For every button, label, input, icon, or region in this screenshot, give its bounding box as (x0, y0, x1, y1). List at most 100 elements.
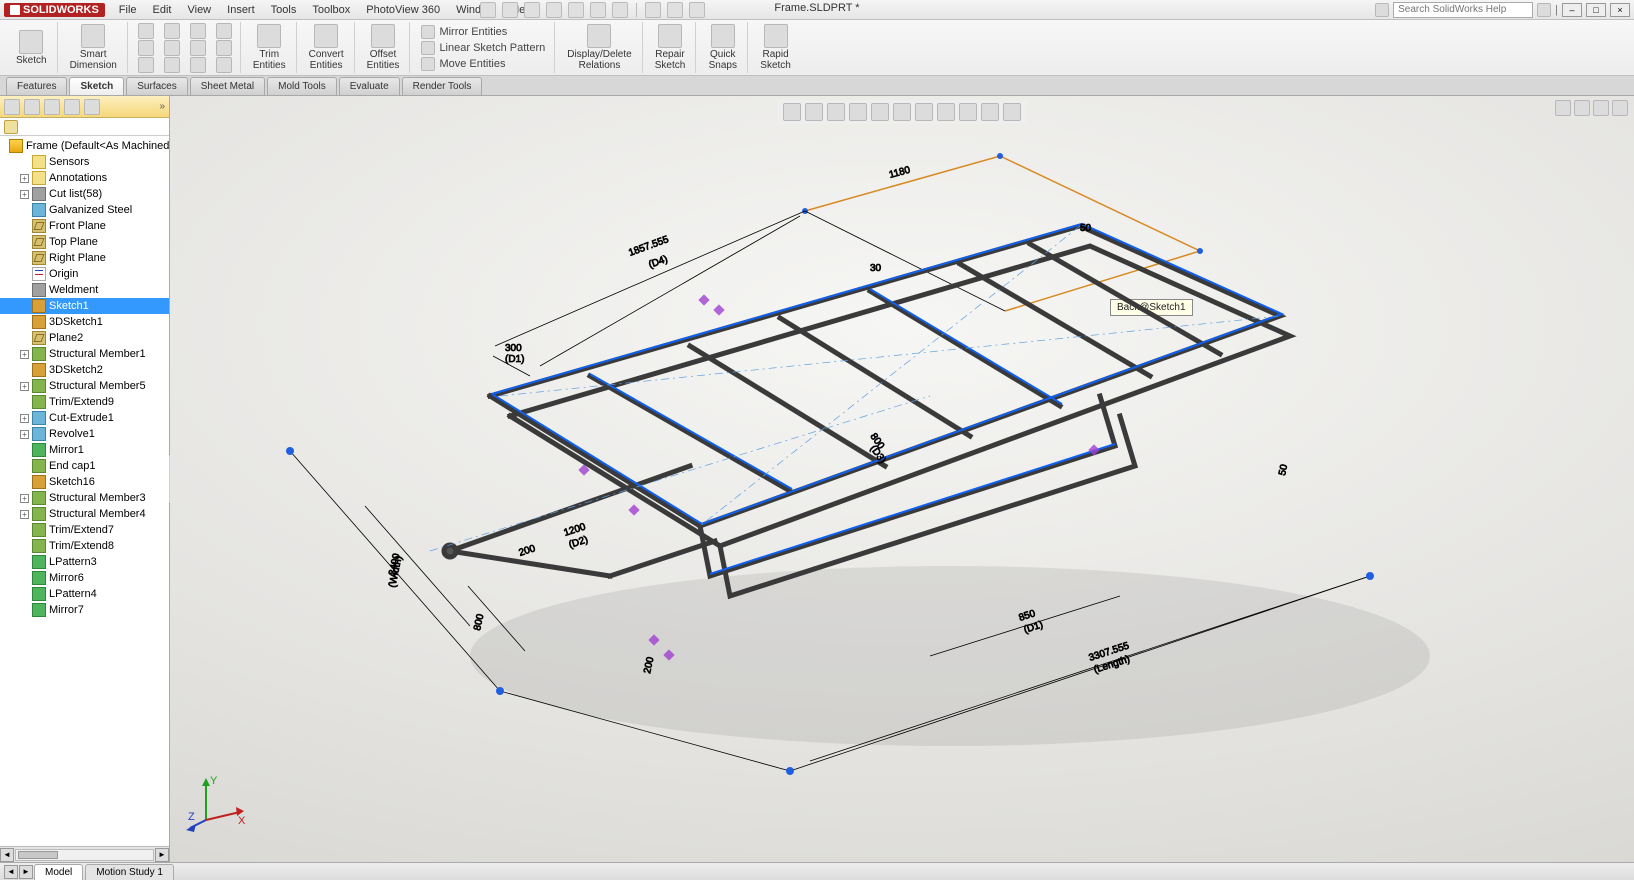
ellipse-tool-icon[interactable] (190, 40, 206, 56)
circle-tool-icon[interactable] (138, 57, 154, 73)
bottom-tab-model[interactable]: Model (34, 864, 83, 880)
open-icon[interactable] (502, 2, 518, 18)
quick-snaps-button[interactable]: Quick Snaps (705, 22, 741, 73)
spline-tool-icon[interactable] (164, 40, 180, 56)
fillet-tool-icon[interactable] (216, 23, 232, 39)
tree-item[interactable]: Mirror6 (0, 570, 169, 586)
bottom-tab-motion-study-1[interactable]: Motion Study 1 (85, 864, 174, 880)
tree-item[interactable]: Trim/Extend9 (0, 394, 169, 410)
fm-config-tab-icon[interactable] (44, 99, 60, 115)
tree-item[interactable]: Trim/Extend7 (0, 522, 169, 538)
tree-item[interactable]: +Revolve1 (0, 426, 169, 442)
fm-property-tab-icon[interactable] (24, 99, 40, 115)
tree-item[interactable]: Weldment (0, 282, 169, 298)
tab-sketch[interactable]: Sketch (69, 77, 124, 95)
tree-item[interactable]: +Annotations (0, 170, 169, 186)
fm-tabs-overflow-icon[interactable]: » (159, 101, 165, 112)
fm-display-tab-icon[interactable] (84, 99, 100, 115)
tab-surfaces[interactable]: Surfaces (126, 77, 187, 95)
tree-item[interactable]: +Structural Member5 (0, 378, 169, 394)
tree-item[interactable]: LPattern3 (0, 554, 169, 570)
fm-dimxpert-tab-icon[interactable] (64, 99, 80, 115)
tree-item[interactable]: +Cut-Extrude1 (0, 410, 169, 426)
rapid-sketch-button[interactable]: Rapid Sketch (756, 22, 795, 73)
new-icon[interactable] (480, 2, 496, 18)
menu-insert[interactable]: Insert (219, 2, 263, 18)
polygon-tool-icon[interactable] (164, 57, 180, 73)
save-icon[interactable] (524, 2, 540, 18)
tree-item[interactable]: +Structural Member1 (0, 346, 169, 362)
print-icon[interactable] (546, 2, 562, 18)
tree-item[interactable]: Front Plane (0, 218, 169, 234)
tree-item[interactable]: +Structural Member3 (0, 490, 169, 506)
repair-sketch-button[interactable]: Repair Sketch (651, 22, 690, 73)
smart-dimension-button[interactable]: Smart Dimension (66, 22, 121, 73)
tree-item[interactable]: Mirror1 (0, 442, 169, 458)
arc-tool-icon[interactable] (164, 23, 180, 39)
sketch-button[interactable]: Sketch (12, 28, 51, 68)
tree-item[interactable]: Sketch16 (0, 474, 169, 490)
feature-filter[interactable] (0, 118, 169, 136)
tab-mold-tools[interactable]: Mold Tools (267, 77, 337, 95)
menu-file[interactable]: File (111, 2, 145, 18)
plane-tool-icon[interactable] (216, 57, 232, 73)
tree-item[interactable]: Sketch1 (0, 298, 169, 314)
text-tool-icon[interactable] (216, 40, 232, 56)
graphics-area[interactable]: Back@Sketch1 (170, 96, 1634, 862)
tree-item[interactable]: Plane2 (0, 330, 169, 346)
line-tool-icon[interactable] (138, 23, 154, 39)
help-icon[interactable] (1537, 3, 1551, 17)
tab-features[interactable]: Features (6, 77, 67, 95)
menu-view[interactable]: View (179, 2, 219, 18)
restore-button[interactable]: □ (1586, 3, 1606, 17)
redo-icon[interactable] (590, 2, 606, 18)
offset-entities-button[interactable]: Offset Entities (363, 22, 404, 73)
tree-item[interactable]: +Structural Member4 (0, 506, 169, 522)
close-button[interactable]: × (1610, 3, 1630, 17)
tree-item[interactable]: Mirror7 (0, 602, 169, 618)
search-input[interactable] (1393, 2, 1533, 18)
tree-item[interactable]: 3DSketch1 (0, 314, 169, 330)
select-icon[interactable] (612, 2, 628, 18)
tree-item[interactable]: LPattern4 (0, 586, 169, 602)
tree-item[interactable]: Sensors (0, 154, 169, 170)
screen-capture-icon[interactable] (689, 2, 705, 18)
menu-photoview-360[interactable]: PhotoView 360 (358, 2, 448, 18)
undo-icon[interactable] (568, 2, 584, 18)
scroll-left-icon[interactable]: ◄ (0, 848, 14, 862)
tree-item[interactable]: Trim/Extend8 (0, 538, 169, 554)
trim-entities-button[interactable]: Trim Entities (249, 22, 290, 73)
menu-tools[interactable]: Tools (263, 2, 305, 18)
tree-item[interactable]: +Cut list(58) (0, 186, 169, 202)
minimize-button[interactable]: – (1562, 3, 1582, 17)
rebuild-icon[interactable] (645, 2, 661, 18)
scroll-thumb[interactable] (18, 851, 58, 859)
convert-entities-button[interactable]: Convert Entities (305, 22, 348, 73)
menu-edit[interactable]: Edit (145, 2, 180, 18)
mirror-entities-button[interactable]: Mirror Entities (418, 24, 510, 40)
tab-render-tools[interactable]: Render Tools (402, 77, 483, 95)
tree-item[interactable]: Top Plane (0, 234, 169, 250)
tree-item[interactable]: 3DSketch2 (0, 362, 169, 378)
scroll-right-icon[interactable]: ► (155, 848, 169, 862)
tab-evaluate[interactable]: Evaluate (339, 77, 400, 95)
linear-pattern-button[interactable]: Linear Sketch Pattern (418, 40, 548, 56)
feature-tree-scrollbar[interactable]: ◄ ► (0, 846, 169, 862)
tree-item[interactable]: Origin (0, 266, 169, 282)
rectangle-tool-icon[interactable] (138, 40, 154, 56)
tab-scroll-left-icon[interactable]: ◄ (4, 865, 18, 879)
point-tool-icon[interactable] (190, 57, 206, 73)
options-icon[interactable] (667, 2, 683, 18)
move-entities-button[interactable]: Move Entities (418, 56, 508, 72)
orientation-triad[interactable]: Y X Z (188, 772, 248, 832)
tree-item[interactable]: Galvanized Steel (0, 202, 169, 218)
display-relations-button[interactable]: Display/Delete Relations (563, 22, 635, 73)
tab-sheet-metal[interactable]: Sheet Metal (190, 77, 265, 95)
fm-tree-tab-icon[interactable] (4, 99, 20, 115)
tree-item[interactable]: Right Plane (0, 250, 169, 266)
search-icon[interactable] (1375, 3, 1389, 17)
tree-root[interactable]: Frame (Default<As Machined>< (0, 138, 169, 154)
slot-tool-icon[interactable] (190, 23, 206, 39)
tree-item[interactable]: End cap1 (0, 458, 169, 474)
menu-toolbox[interactable]: Toolbox (304, 2, 358, 18)
